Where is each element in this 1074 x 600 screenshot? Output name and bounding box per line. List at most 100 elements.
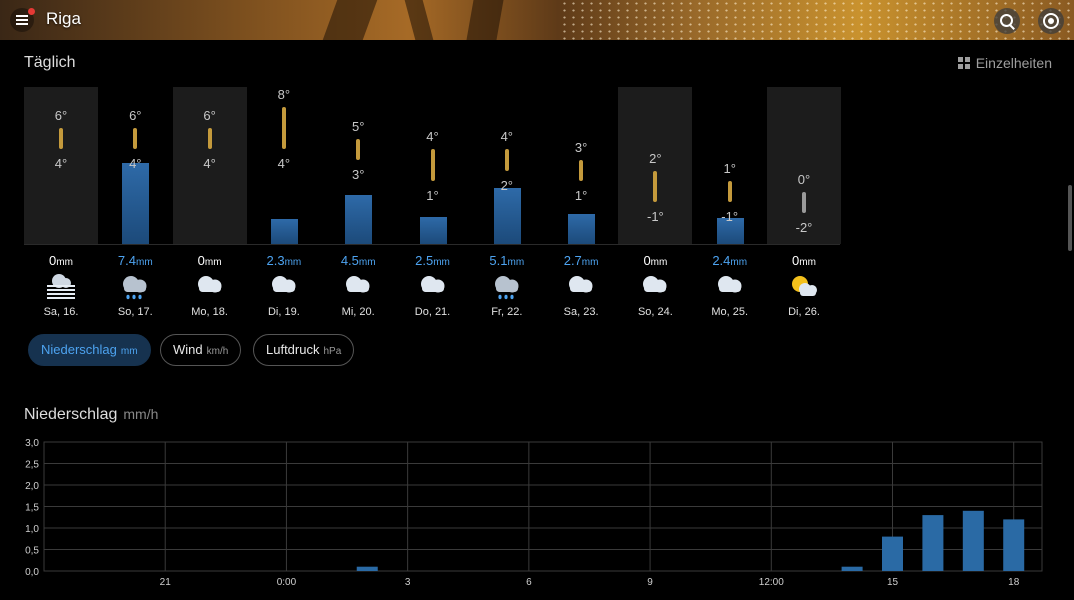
temp-range-bar	[356, 138, 361, 160]
details-button[interactable]: Einzelheiten	[957, 55, 1052, 71]
x-tick-label: 3	[405, 577, 411, 588]
partly-sunny-icon	[788, 271, 820, 301]
precip-amount: 4.5mm	[321, 253, 395, 268]
day-column[interactable]: 2° -1° 0mm So, 24.	[618, 87, 693, 327]
temp-low: 1°	[574, 188, 588, 204]
temp-low: 1°	[426, 188, 439, 204]
precip-value: 7.4	[117, 253, 136, 268]
temp-range-bar	[727, 181, 732, 203]
day-plot: 4° 2°	[470, 87, 544, 244]
precip-value: 5.1	[489, 253, 508, 268]
temp-high: 6°	[203, 108, 216, 124]
day-plot: 0° -2°	[767, 87, 841, 244]
day-plot: 3° 1°	[544, 87, 618, 244]
day-column[interactable]: 6° 4° 0mm Mo, 18.	[172, 87, 247, 327]
precip-bar	[841, 566, 863, 571]
precip-bar	[493, 187, 521, 244]
day-label: So, 24.	[637, 306, 673, 318]
app-header: Riga	[0, 0, 1074, 40]
scrollbar[interactable]	[1068, 185, 1072, 251]
tab-pressure[interactable]: Luftdruck hPa	[253, 334, 355, 366]
day-plot: 6° 4°	[172, 87, 247, 244]
temp-high: 2°	[649, 150, 662, 166]
y-tick-label: 2,0	[25, 481, 39, 492]
day-plot: 5° 3°	[321, 87, 395, 244]
temp-high: 6°	[129, 108, 142, 124]
y-tick-label: 1,5	[25, 503, 39, 514]
temp-range-bar	[653, 170, 658, 203]
temp-range-bar	[802, 191, 806, 213]
temp-high: 4°	[500, 129, 514, 145]
location-icon[interactable]	[1038, 8, 1064, 34]
temp-low: -1°	[721, 209, 739, 225]
precip-unit: mm	[799, 257, 816, 268]
day-label: Do, 21.	[414, 306, 451, 318]
precip-bar	[122, 162, 150, 244]
precip-unit: mm	[56, 257, 73, 268]
tab-wind-label: Wind	[173, 342, 203, 357]
day-column[interactable]: 0° -2° 0mm Di, 26.	[767, 87, 841, 327]
day-column[interactable]: 6° 4° 0mm Sa, 16.	[24, 87, 98, 327]
precip-value: 2.7	[563, 253, 582, 268]
day-label: Fr, 22.	[491, 306, 523, 318]
precip-bar	[962, 510, 984, 571]
temp-high: 3°	[574, 140, 588, 155]
precip-unit: mm	[284, 257, 302, 268]
cloud-icon	[194, 271, 226, 301]
precip-value: 4.5	[340, 253, 359, 268]
precip-value: 0	[197, 253, 205, 268]
precip-unit: mm	[581, 257, 599, 268]
details-label: Einzelheiten	[975, 55, 1052, 71]
day-label: Di, 26.	[788, 306, 820, 318]
precip-unit: mm	[650, 257, 668, 268]
precip-bar	[882, 536, 904, 571]
tab-wind[interactable]: Wind km/h	[160, 334, 242, 366]
day-column[interactable]: 8° 4° 2.3mm Di, 19.	[247, 87, 321, 327]
rain-cloud-icon	[491, 271, 523, 301]
precip-value: 2.5	[415, 253, 434, 268]
day-plot: 6° 4°	[98, 87, 172, 244]
city-name[interactable]: Riga	[46, 9, 81, 29]
day-plot: 2° -1°	[618, 87, 693, 244]
temp-range-bar	[59, 128, 63, 150]
precip-unit: mm	[433, 257, 450, 268]
temp-high: 5°	[351, 118, 365, 134]
day-plot: 6° 4°	[24, 87, 98, 244]
tab-pressure-unit: hPa	[323, 346, 342, 357]
day-column[interactable]: 5° 3° 4.5mm Mi, 20.	[321, 87, 395, 327]
day-column[interactable]: 1° -1° 2.4mm Mo, 25.	[693, 87, 767, 327]
hourly-unit: mm/h	[123, 406, 159, 422]
temp-low: 2°	[500, 177, 514, 193]
day-label: Mi, 20.	[341, 306, 375, 318]
tab-precipitation[interactable]: Niederschlag mm	[28, 334, 151, 366]
y-tick-label: 0,0	[25, 567, 39, 578]
temp-range-bar	[133, 128, 138, 150]
day-label: Di, 19.	[267, 306, 300, 318]
precip-amount: 2.3mm	[247, 253, 321, 268]
day-label: Mo, 18.	[191, 306, 228, 318]
day-label: Mo, 25.	[711, 306, 749, 318]
precip-amount: 0mm	[767, 253, 841, 268]
tab-precipitation-label: Niederschlag	[41, 342, 117, 357]
search-icon[interactable]	[994, 8, 1020, 34]
precip-unit: mm	[730, 257, 748, 268]
temp-low: -1°	[647, 209, 664, 225]
precip-amount: 5.1mm	[470, 253, 544, 268]
cloud-icon	[342, 271, 374, 301]
x-tick-label: 18	[1008, 577, 1020, 588]
precip-amount: 0mm	[618, 253, 692, 268]
day-column[interactable]: 6° 4° 7.4mm So, 17.	[98, 87, 172, 327]
cloud-icon	[639, 271, 671, 301]
temp-low: 4°	[277, 156, 291, 172]
precip-bar	[270, 218, 298, 244]
day-column[interactable]: 4° 2° 5.1mm Fr, 22.	[470, 87, 544, 327]
temp-range-bar	[504, 149, 509, 171]
rain-cloud-icon	[119, 271, 151, 301]
y-tick-label: 2,5	[25, 460, 39, 471]
day-column[interactable]: 3° 1° 2.7mm Sa, 23.	[544, 87, 618, 327]
day-label: Sa, 16.	[43, 306, 79, 318]
precip-amount: 7.4mm	[98, 253, 172, 268]
y-tick-label: 3,0	[25, 438, 39, 449]
day-column[interactable]: 4° 1° 2.5mm Do, 21.	[396, 87, 470, 327]
temp-high: 6°	[54, 108, 68, 124]
